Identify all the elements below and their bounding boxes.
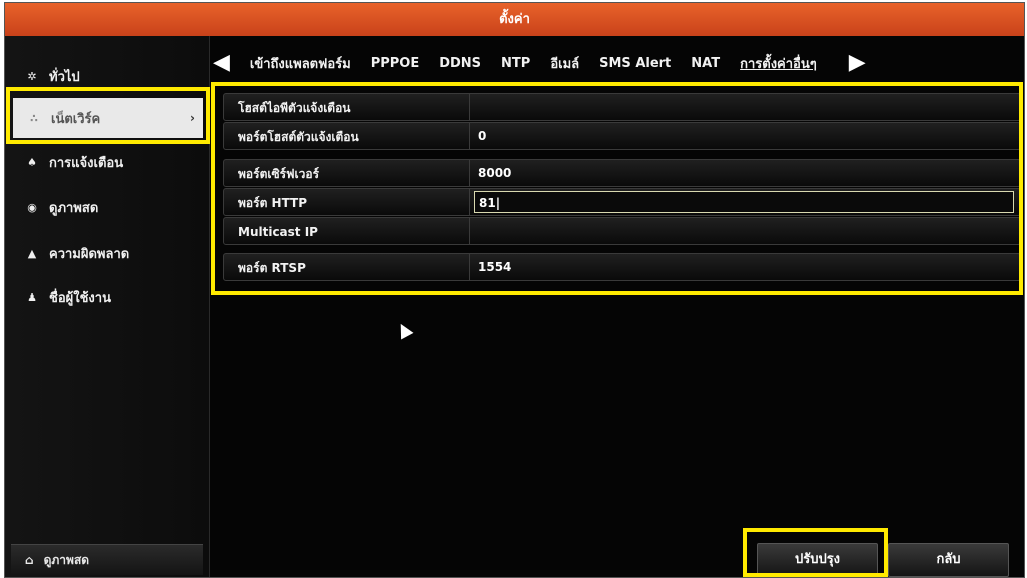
alarm-icon: ♠ <box>27 155 37 169</box>
sidebar-item-alarm[interactable]: ♠ การแจ้งเตือน <box>5 142 209 182</box>
tab-platform-access[interactable]: เข้าถึงแพลตฟอร์ม <box>250 53 351 74</box>
sidebar-item-label: ชื่อผู้ใช้งาน <box>49 290 111 306</box>
window-title: ตั้งค่า <box>5 3 1024 36</box>
tab-bar: ◀ เข้าถึงแพลตฟอร์ม PPPOE DDNS NTP อีเมล์… <box>213 48 1024 78</box>
sidebar-item-exception[interactable]: ▲ ความผิดพลาด <box>5 233 209 273</box>
back-button[interactable]: กลับ <box>888 543 1009 577</box>
tab-email[interactable]: อีเมล์ <box>550 53 579 74</box>
live-view-label: ดูภาพสด <box>43 552 90 567</box>
users-icon: ♟ <box>27 290 37 304</box>
sidebar-item-label: การแจ้งเตือน <box>49 155 124 171</box>
sidebar-item-live-view[interactable]: ◉ ดูภาพสด <box>5 187 209 227</box>
tab-scroll-left-icon[interactable]: ◀ <box>213 48 230 78</box>
sidebar-item-users[interactable]: ♟ ชื่อผู้ใช้งาน <box>5 277 209 317</box>
highlight-box-network <box>6 87 210 144</box>
home-icon: ⌂ <box>25 553 34 567</box>
warning-icon: ▲ <box>27 246 37 260</box>
highlight-box-apply <box>743 528 888 577</box>
sidebar-item-label: ดูภาพสด <box>49 200 99 216</box>
tab-scroll-right-icon[interactable]: ▶ <box>849 48 866 78</box>
live-view-button[interactable]: ⌂ ดูภาพสด <box>11 544 203 575</box>
eye-icon: ◉ <box>27 200 37 214</box>
mouse-cursor-icon <box>394 320 414 340</box>
sidebar-item-label: ทั่วไป <box>49 69 80 85</box>
tab-pppoe[interactable]: PPPOE <box>371 56 420 71</box>
sidebar-item-label: ความผิดพลาด <box>49 246 130 262</box>
tab-sms-alert[interactable]: SMS Alert <box>599 56 671 71</box>
highlight-box-settings <box>211 82 1023 295</box>
tab-ddns[interactable]: DDNS <box>439 56 481 71</box>
tab-more-settings[interactable]: การตั้งค่าอื่นๆ <box>740 53 817 74</box>
tab-ntp[interactable]: NTP <box>501 56 530 71</box>
gear-icon: ✲ <box>27 69 37 83</box>
tab-nat[interactable]: NAT <box>691 56 720 71</box>
